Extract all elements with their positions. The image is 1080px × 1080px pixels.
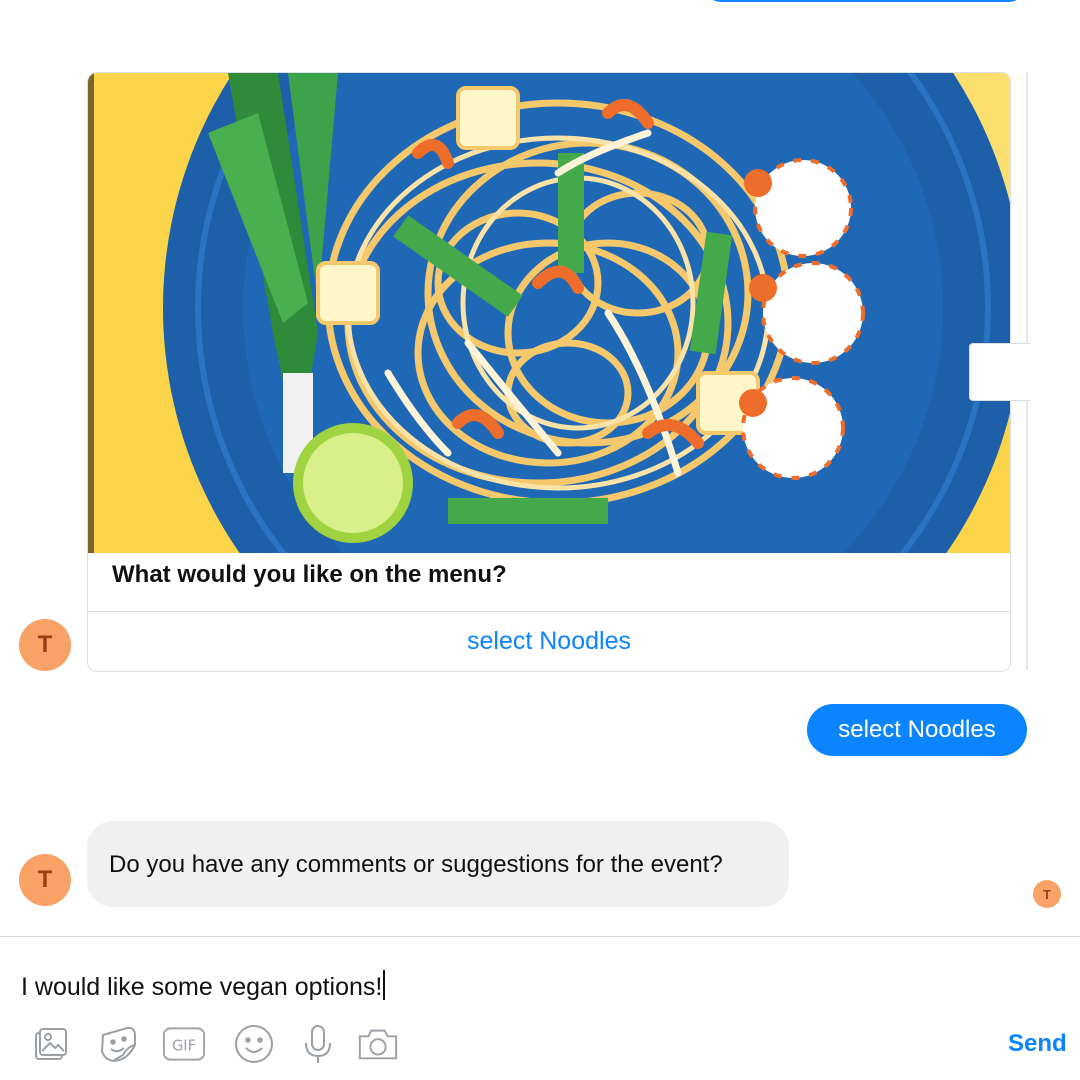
bot-message-bubble: Do you have any comments or suggestions … <box>87 821 789 907</box>
send-button[interactable]: Send <box>1008 1030 1067 1058</box>
gif-icon-text: GIF <box>172 1037 196 1054</box>
sticker-icon[interactable] <box>96 1022 140 1066</box>
text-cursor <box>383 970 386 1000</box>
read-receipt-avatar: T <box>1033 880 1061 908</box>
menu-card: What would you like on the menu? select … <box>87 72 1011 672</box>
noodle-dish-image <box>88 73 1010 553</box>
composer-divider <box>0 936 1080 937</box>
bot-avatar: T <box>19 619 71 671</box>
photo-icon[interactable] <box>28 1022 72 1066</box>
carousel-next-button[interactable] <box>969 343 1030 401</box>
message-input[interactable]: I would like some vegan options! <box>21 970 386 1002</box>
emoji-icon[interactable] <box>232 1022 276 1066</box>
select-noodles-button[interactable]: select Noodles <box>88 612 1010 671</box>
microphone-icon[interactable] <box>296 1022 340 1066</box>
user-message-bubble: select Noodles <box>807 704 1027 756</box>
previous-user-bubble <box>705 0 1025 2</box>
message-input-text: I would like some vegan options! <box>21 973 383 1001</box>
camera-icon[interactable] <box>356 1022 400 1066</box>
gif-icon[interactable]: GIF <box>162 1022 206 1066</box>
bot-message-text: Do you have any comments or suggestions … <box>109 850 723 878</box>
card-title: What would you like on the menu? <box>112 561 507 588</box>
bot-avatar: T <box>19 854 71 906</box>
